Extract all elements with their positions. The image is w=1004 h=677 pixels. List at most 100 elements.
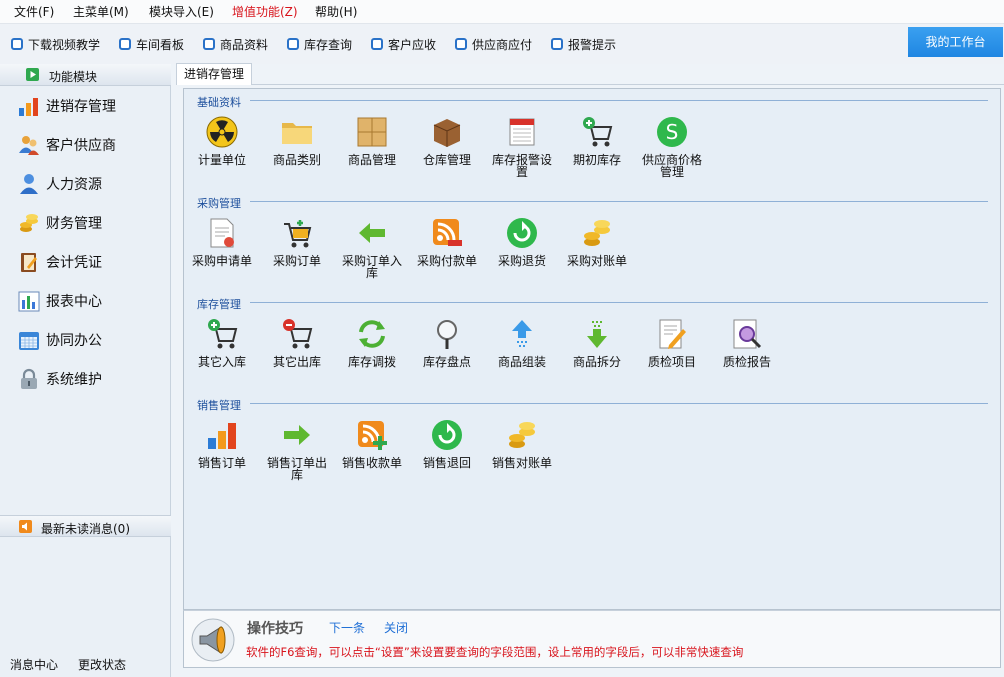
cart-add-icon (208, 319, 238, 349)
rss-plus-icon (358, 421, 387, 450)
item-qc-report[interactable]: 质检报告 (712, 317, 782, 368)
section-divider (250, 201, 988, 202)
item-unit[interactable]: 计量单位 (187, 115, 257, 166)
edit-document-icon (659, 319, 686, 349)
notebook-icon (21, 253, 37, 272)
tb-video-tutorial[interactable]: 下载视频教学 (11, 36, 100, 52)
coins-icon (509, 422, 535, 448)
rss-minus-icon (433, 219, 462, 246)
report-search-icon (733, 319, 762, 349)
item-disassembly[interactable]: 商品拆分 (562, 317, 632, 368)
arrow-up-icon (512, 320, 532, 347)
magnifier-icon (437, 320, 457, 349)
item-opening-stock[interactable]: 期初库存 (562, 115, 632, 166)
messages-header[interactable]: 最新未读消息(0) (0, 515, 171, 537)
item-stock-alarm[interactable]: 库存报警设置 (487, 115, 557, 178)
sidebar: 功能模块 进销存管理 客户供应商 人力资源 财务管理 会计凭证 报表中心 协同办… (0, 64, 171, 677)
tb-workshop-board[interactable]: 车间看板 (119, 36, 184, 52)
section-divider (250, 100, 988, 101)
tb-stock-query[interactable]: 库存查询 (287, 36, 352, 52)
section-title-purchase: 采购管理 (197, 197, 241, 210)
sidebar-item-voucher[interactable]: 会计凭证 (18, 250, 102, 274)
tb-alarm[interactable]: 报警提示 (551, 36, 616, 52)
sync-icon (359, 320, 385, 348)
sidebar-item-customer-supplier[interactable]: 客户供应商 (18, 133, 116, 157)
sidebar-item-finance[interactable]: 财务管理 (18, 211, 102, 235)
bar-chart-icon (208, 423, 236, 449)
message-center-link[interactable]: 消息中心 (10, 656, 58, 673)
cart-icon (284, 220, 312, 248)
menu-help[interactable]: 帮助(H) (315, 5, 357, 19)
item-product[interactable]: 商品管理 (337, 115, 407, 166)
item-stock-count[interactable]: 库存盘点 (412, 317, 482, 368)
radiation-icon (206, 116, 238, 148)
tips-next-link[interactable]: 下一条 (329, 619, 365, 636)
item-purchase-statement[interactable]: 采购对账单 (562, 216, 632, 267)
sidebar-header: 功能模块 (0, 64, 171, 86)
speaker-icon (19, 520, 32, 533)
tips-text: 软件的F6查询，可以点击“设置”来设置要查询的字段范围，设上常用的字段后，可以非… (246, 645, 744, 659)
change-status-link[interactable]: 更改状态 (78, 656, 126, 673)
menu-file[interactable]: 文件(F) (14, 5, 54, 19)
checkbox-icon (119, 38, 131, 50)
item-purchase-request[interactable]: 采购申请单 (187, 216, 257, 267)
module-panel: 基础资料 计量单位 商品类别 商品管理 仓库管理 库存报警设置 期初库存 S 供… (183, 88, 1001, 610)
item-category[interactable]: 商品类别 (262, 115, 332, 166)
item-purchase-order[interactable]: 采购订单 (262, 216, 332, 267)
item-other-outbound[interactable]: 其它出库 (262, 317, 332, 368)
toolbar: 下载视频教学 车间看板 商品资料 库存查询 客户应收 供应商应付 报警提示 (0, 24, 1004, 64)
item-other-inbound[interactable]: 其它入库 (187, 317, 257, 368)
tb-product-data[interactable]: 商品资料 (203, 36, 268, 52)
bar-chart-icon (19, 98, 38, 116)
coins-icon (20, 214, 38, 232)
menu-import[interactable]: 模块导入(E) (149, 5, 214, 19)
checkbox-icon (203, 38, 215, 50)
menu-value-added[interactable]: 增值功能(Z) (232, 5, 298, 19)
checkbox-icon (287, 38, 299, 50)
report-chart-icon (18, 291, 40, 312)
sidebar-item-office[interactable]: 协同办公 (18, 328, 102, 352)
item-purchase-inbound[interactable]: 采购订单入库 (337, 216, 407, 279)
item-purchase-return[interactable]: 采购退货 (487, 216, 557, 267)
item-sales-order[interactable]: 销售订单 (187, 418, 257, 469)
document-icon (210, 218, 234, 248)
item-warehouse[interactable]: 仓库管理 (412, 115, 482, 166)
section-divider (250, 302, 988, 303)
item-sales-receipt[interactable]: 销售收款单 (337, 418, 407, 469)
item-qc-items[interactable]: 质检项目 (637, 317, 707, 368)
users-icon (19, 136, 39, 155)
section-title-basic: 基础资料 (197, 96, 241, 109)
menu-main[interactable]: 主菜单(M) (73, 5, 129, 19)
section-title-sales: 销售管理 (197, 399, 241, 412)
sidebar-item-system[interactable]: 系统维护 (18, 367, 102, 391)
tb-receivables[interactable]: 客户应收 (371, 36, 436, 52)
checkbox-icon (11, 38, 23, 50)
coins-icon (584, 220, 610, 246)
checkbox-icon (455, 38, 467, 50)
calendar-icon (19, 332, 39, 350)
checkbox-icon (371, 38, 383, 50)
item-stock-transfer[interactable]: 库存调拨 (337, 317, 407, 368)
sidebar-item-hr[interactable]: 人力资源 (18, 172, 102, 196)
cart-remove-icon (283, 319, 313, 349)
item-sales-outbound[interactable]: 销售订单出库 (262, 418, 332, 481)
tab-bar: 进销存管理 (176, 63, 1004, 85)
item-supplier-price[interactable]: S 供应商价格管理 (637, 115, 707, 178)
megaphone-icon (191, 618, 235, 662)
refresh-circle-icon (507, 218, 537, 248)
tb-payables[interactable]: 供应商应付 (455, 36, 532, 52)
my-workbench-button[interactable]: 我的工作台 (908, 27, 1003, 57)
item-sales-return[interactable]: 销售退回 (412, 418, 482, 469)
crate-icon (433, 119, 461, 147)
sidebar-item-inventory[interactable]: 进销存管理 (18, 94, 116, 118)
sidebar-item-reports[interactable]: 报表中心 (18, 289, 102, 313)
tips-panel: 操作技巧 下一条 关闭 软件的F6查询，可以点击“设置”来设置要查询的字段范围，… (183, 610, 1001, 668)
item-assembly[interactable]: 商品组装 (487, 317, 557, 368)
item-purchase-payment[interactable]: 采购付款单 (412, 216, 482, 267)
tab-inventory-management[interactable]: 进销存管理 (176, 63, 253, 85)
svg-text:S: S (666, 120, 679, 144)
checkbox-icon (551, 38, 563, 50)
item-sales-statement[interactable]: 销售对账单 (487, 418, 557, 469)
tips-close-link[interactable]: 关闭 (384, 619, 408, 636)
arrow-right-icon (284, 425, 310, 445)
